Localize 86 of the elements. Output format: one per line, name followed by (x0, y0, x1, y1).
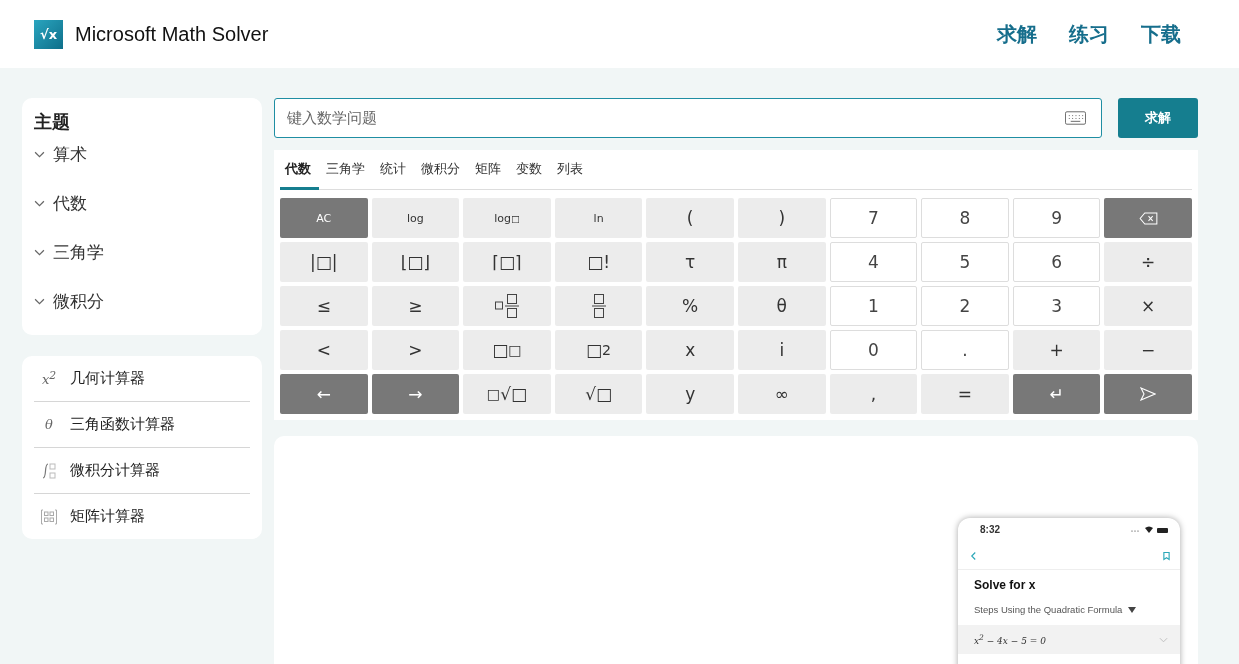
back-icon[interactable] (970, 551, 977, 561)
key[interactable]: ⌈□⌉ (463, 242, 551, 282)
phone-title: Solve for x (973, 577, 1037, 594)
send-icon (1140, 387, 1157, 401)
key[interactable]: θ (738, 286, 826, 326)
search-field[interactable]: 键入数学问题 (274, 98, 1102, 138)
key[interactable]: × (1104, 286, 1192, 326)
topic-item[interactable]: 代数 (34, 179, 250, 228)
key[interactable]: ↵ (1012, 374, 1101, 414)
key[interactable]: ∞ (738, 374, 826, 414)
key[interactable]: 7 (829, 198, 918, 238)
method-label: Steps Using the Quadratic Formula (974, 604, 1123, 615)
key[interactable]: ) (738, 198, 826, 238)
key[interactable]: □! (554, 242, 643, 282)
calculator-link[interactable]: 微积分计算器 (70, 461, 160, 480)
bookmark-icon[interactable] (1163, 551, 1170, 561)
key[interactable]: ≥ (371, 286, 460, 326)
key[interactable]: y (646, 374, 734, 414)
nav-link[interactable]: 求解 (997, 20, 1037, 48)
key[interactable]: AC (280, 198, 368, 238)
key[interactable]: ( (646, 198, 734, 238)
key[interactable]: = (921, 374, 1009, 414)
key[interactable]: 3 (1012, 286, 1101, 326)
key[interactable]: τ (646, 242, 734, 282)
calculator-link[interactable]: 矩阵计算器 (70, 507, 145, 526)
key[interactable]: % (646, 286, 734, 326)
dropdown-icon[interactable] (1128, 606, 1137, 613)
key[interactable]: ⌊□⌋ (371, 242, 460, 282)
key[interactable] (554, 286, 643, 326)
calculator-link[interactable]: 几何计算器 (70, 369, 145, 388)
key[interactable]: → (371, 374, 460, 414)
fraction-icon (591, 293, 606, 319)
key[interactable]: 6 (1012, 242, 1101, 282)
key[interactable]: ÷ (1104, 242, 1192, 282)
key[interactable]: i (738, 330, 826, 370)
key[interactable]: 4 (829, 242, 918, 282)
key[interactable]: 1 (829, 286, 918, 326)
symbol-icon: θ (40, 417, 58, 432)
tab[interactable]: 微积分 (416, 150, 468, 190)
key[interactable] (463, 286, 551, 326)
key[interactable]: log (371, 198, 460, 238)
status-time: 8:32 (980, 524, 1000, 535)
key[interactable]: x (646, 330, 734, 370)
key[interactable]: π (738, 242, 826, 282)
symbol-icon: x$^{2}$ (40, 369, 58, 388)
chevron-icon (34, 247, 45, 258)
equation: x$^{2}$ − 4x − 5 = 0 (974, 633, 1046, 646)
key[interactable]: − (1104, 330, 1192, 370)
chevron-icon (34, 296, 45, 307)
key[interactable]: ≤ (280, 286, 368, 326)
key[interactable]: √□ (554, 374, 643, 414)
key[interactable]: 5 (921, 242, 1009, 282)
tab[interactable]: 三角学 (321, 150, 373, 190)
keyboard-icon[interactable] (1065, 111, 1086, 125)
tab[interactable]: 矩阵 (470, 150, 509, 190)
mixed-fraction-icon (495, 293, 519, 319)
key[interactable]: < (280, 330, 368, 370)
key[interactable]: ← (280, 374, 368, 414)
key[interactable]: > (371, 330, 460, 370)
integral-icon (40, 461, 58, 480)
chevron-icon (34, 149, 45, 160)
backspace-icon (1138, 211, 1158, 225)
calculator-link[interactable]: 三角函数计算器 (70, 415, 175, 434)
tab[interactable]: 代数 (280, 150, 319, 190)
logo-icon: √x (34, 19, 63, 49)
nav-link[interactable]: 下载 (1141, 20, 1181, 48)
nav-link[interactable]: 练习 (1069, 20, 1109, 48)
tab[interactable]: 列表 (552, 150, 591, 190)
key[interactable]: 9 (1012, 198, 1101, 238)
topic-item[interactable]: 三角学 (34, 228, 250, 277)
key[interactable]: . (921, 330, 1009, 370)
brand-name[interactable]: Microsoft Math Solver (75, 22, 269, 46)
chevron-icon (1159, 636, 1168, 643)
key[interactable]: 2 (921, 286, 1009, 326)
key[interactable]: + (1012, 330, 1101, 370)
chevron-icon (34, 198, 45, 209)
key[interactable]: 8 (921, 198, 1009, 238)
key[interactable]: ln (554, 198, 643, 238)
key[interactable]: , (829, 374, 918, 414)
tab[interactable]: 统计 (375, 150, 414, 190)
tab[interactable]: 变数 (511, 150, 550, 190)
key[interactable]: |□| (280, 242, 368, 282)
matrix-icon (40, 507, 58, 526)
solve-button[interactable]: 求解 (1118, 98, 1198, 138)
topic-item[interactable]: 微积分 (34, 277, 250, 326)
key[interactable]: 0 (829, 330, 918, 370)
